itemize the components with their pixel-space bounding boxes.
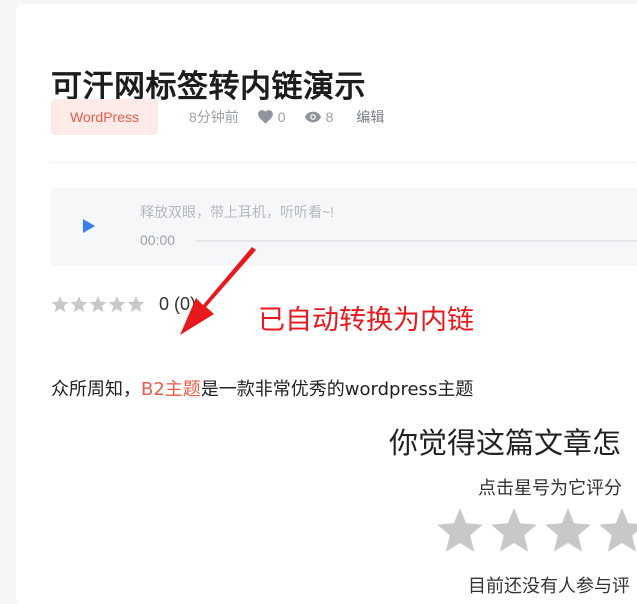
star-icon — [51, 296, 69, 313]
likes-count: 0 — [277, 109, 286, 125]
views-count: 8 — [325, 109, 334, 125]
star-rating-input — [436, 508, 637, 554]
post-meta: WordPress 8分钟前 0 8 编辑 — [51, 99, 384, 135]
content-suffix: 是一款非常优秀的wordpress主题 — [200, 379, 474, 400]
audio-tip: 释放双眼，带上耳机，听听看~! — [140, 204, 335, 220]
star-icon[interactable] — [490, 508, 538, 554]
play-icon[interactable] — [81, 218, 97, 234]
likes-button[interactable]: 0 — [257, 109, 286, 125]
arrow-icon — [180, 247, 256, 335]
eye-icon — [304, 111, 321, 123]
audio-player: 释放双眼，带上耳机，听听看~! 00:00 — [51, 188, 637, 266]
internal-link[interactable]: B2主题 — [141, 379, 201, 400]
divider — [51, 162, 637, 163]
category-badge[interactable]: WordPress — [51, 99, 158, 135]
mini-star-rating — [51, 296, 146, 313]
heart-icon — [257, 110, 273, 124]
content-prefix: 众所周知， — [51, 379, 141, 400]
star-icon[interactable] — [436, 508, 484, 554]
post-time: 8分钟前 — [188, 109, 239, 125]
star-icon — [127, 296, 145, 313]
audio-progress-track[interactable] — [196, 240, 637, 242]
star-icon[interactable] — [544, 508, 592, 554]
star-icon — [70, 296, 88, 313]
vote-subtitle: 点击星号为它评分 — [478, 478, 622, 499]
vote-title: 你觉得这篇文章怎 — [389, 426, 622, 460]
edit-link[interactable]: 编辑 — [356, 107, 384, 127]
annotation-text: 已自动转换为内链 — [258, 305, 474, 336]
star-icon — [108, 296, 126, 313]
vote-status-text: 目前还没有人参与评 — [468, 576, 630, 597]
post-content: 众所周知，B2主题是一款非常优秀的wordpress主题 — [51, 375, 473, 401]
star-icon — [89, 296, 107, 313]
views-indicator: 8 — [304, 109, 334, 125]
star-icon[interactable] — [598, 508, 637, 554]
